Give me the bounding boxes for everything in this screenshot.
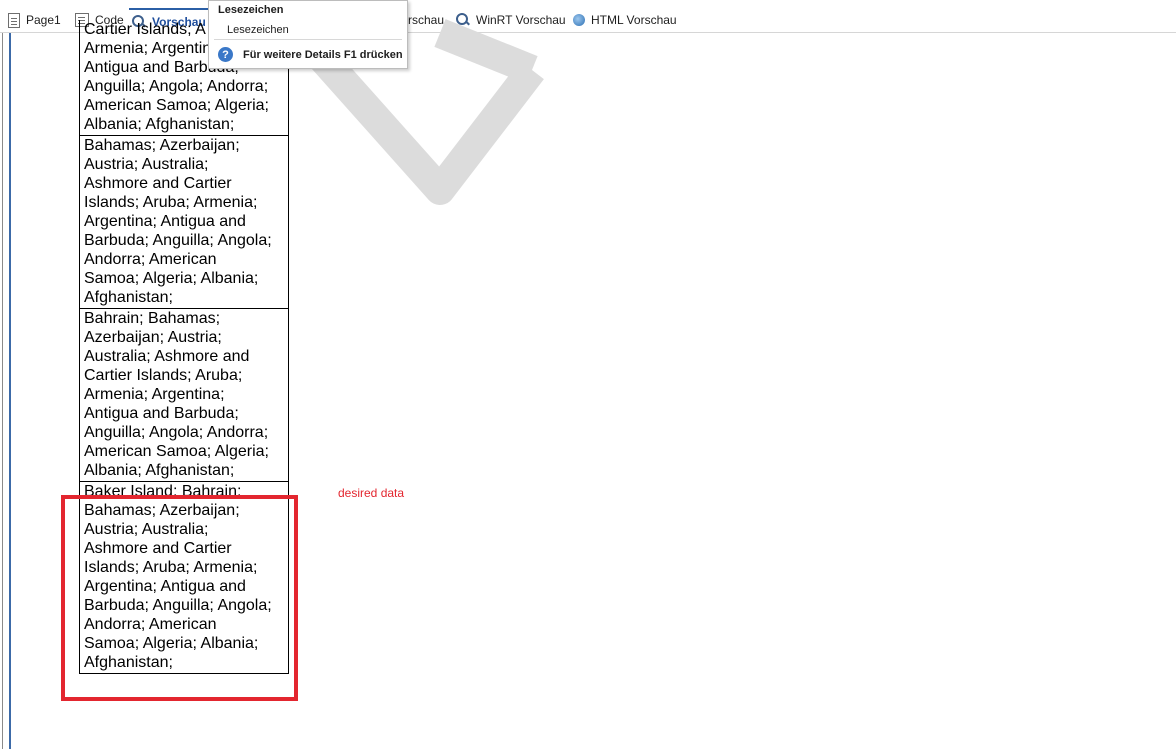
help-icon: ? (218, 47, 233, 62)
cell-line: American Samoa; Algeria; (84, 443, 269, 460)
cell-line: Albania; Afghanistan; (84, 116, 235, 133)
table-cell: Bahrain; Bahamas; Azerbaijan; Austria; A… (80, 308, 288, 481)
tab-page1[interactable]: Page1 (8, 8, 61, 32)
cell-line: Cartier Islands; Aruba; (84, 367, 243, 384)
tooltip-divider (214, 39, 402, 40)
cell-line: Argentina; Antigua and (84, 213, 246, 230)
cell-line: Albania; Afghanistan; (84, 462, 235, 479)
gutter-accent-line (9, 33, 11, 749)
annotation-label: desired data (338, 486, 405, 500)
tab-label: Page1 (26, 13, 61, 27)
cell-line: Islands; Aruba; Armenia; (84, 194, 258, 211)
cell-line: Azerbaijan; Austria; (84, 329, 222, 346)
cell-line: Armenia; Argentina; (84, 386, 225, 403)
cell-line: Antigua and Barbuda; (84, 405, 239, 422)
cell-line: Anguilla; Angola; Andorra; (84, 78, 269, 95)
gutter-line (2, 33, 3, 749)
table-cell: Bahamas; Azerbaijan; Austria; Australia;… (80, 135, 288, 308)
cell-line: Andorra; American (84, 251, 217, 268)
cell-line: Barbuda; Anguilla; Angola; (84, 232, 272, 249)
cell-line: Austria; Australia; (84, 156, 209, 173)
page-gutter (0, 33, 12, 749)
tab-label: HTML Vorschau (591, 13, 677, 27)
highlight-box (61, 495, 298, 701)
tab-html-vorschau[interactable]: HTML Vorschau (573, 8, 677, 32)
cell-line: Afghanistan; (84, 289, 173, 306)
cell-line: Samoa; Algeria; Albania; (84, 270, 259, 287)
tooltip-help-text: Für weitere Details F1 drücken (243, 48, 403, 61)
cell-line: Australia; Ashmore and (84, 348, 250, 365)
cell-line: Anguilla; Angola; Andorra; (84, 424, 269, 441)
tooltip: Lesezeichen Lesezeichen ? Für weitere De… (208, 0, 408, 69)
cell-line: American Samoa; Algeria; (84, 97, 269, 114)
tooltip-help: ? Für weitere Details F1 drücken (218, 47, 403, 62)
cell-line: Ashmore and Cartier (84, 175, 232, 192)
tooltip-title: Lesezeichen (218, 4, 284, 16)
cell-line: Bahamas; Azerbaijan; (84, 137, 240, 154)
tooltip-description: Lesezeichen (227, 24, 289, 36)
page-icon (8, 12, 20, 28)
cell-line: Bahrain; Bahamas; (84, 310, 221, 327)
